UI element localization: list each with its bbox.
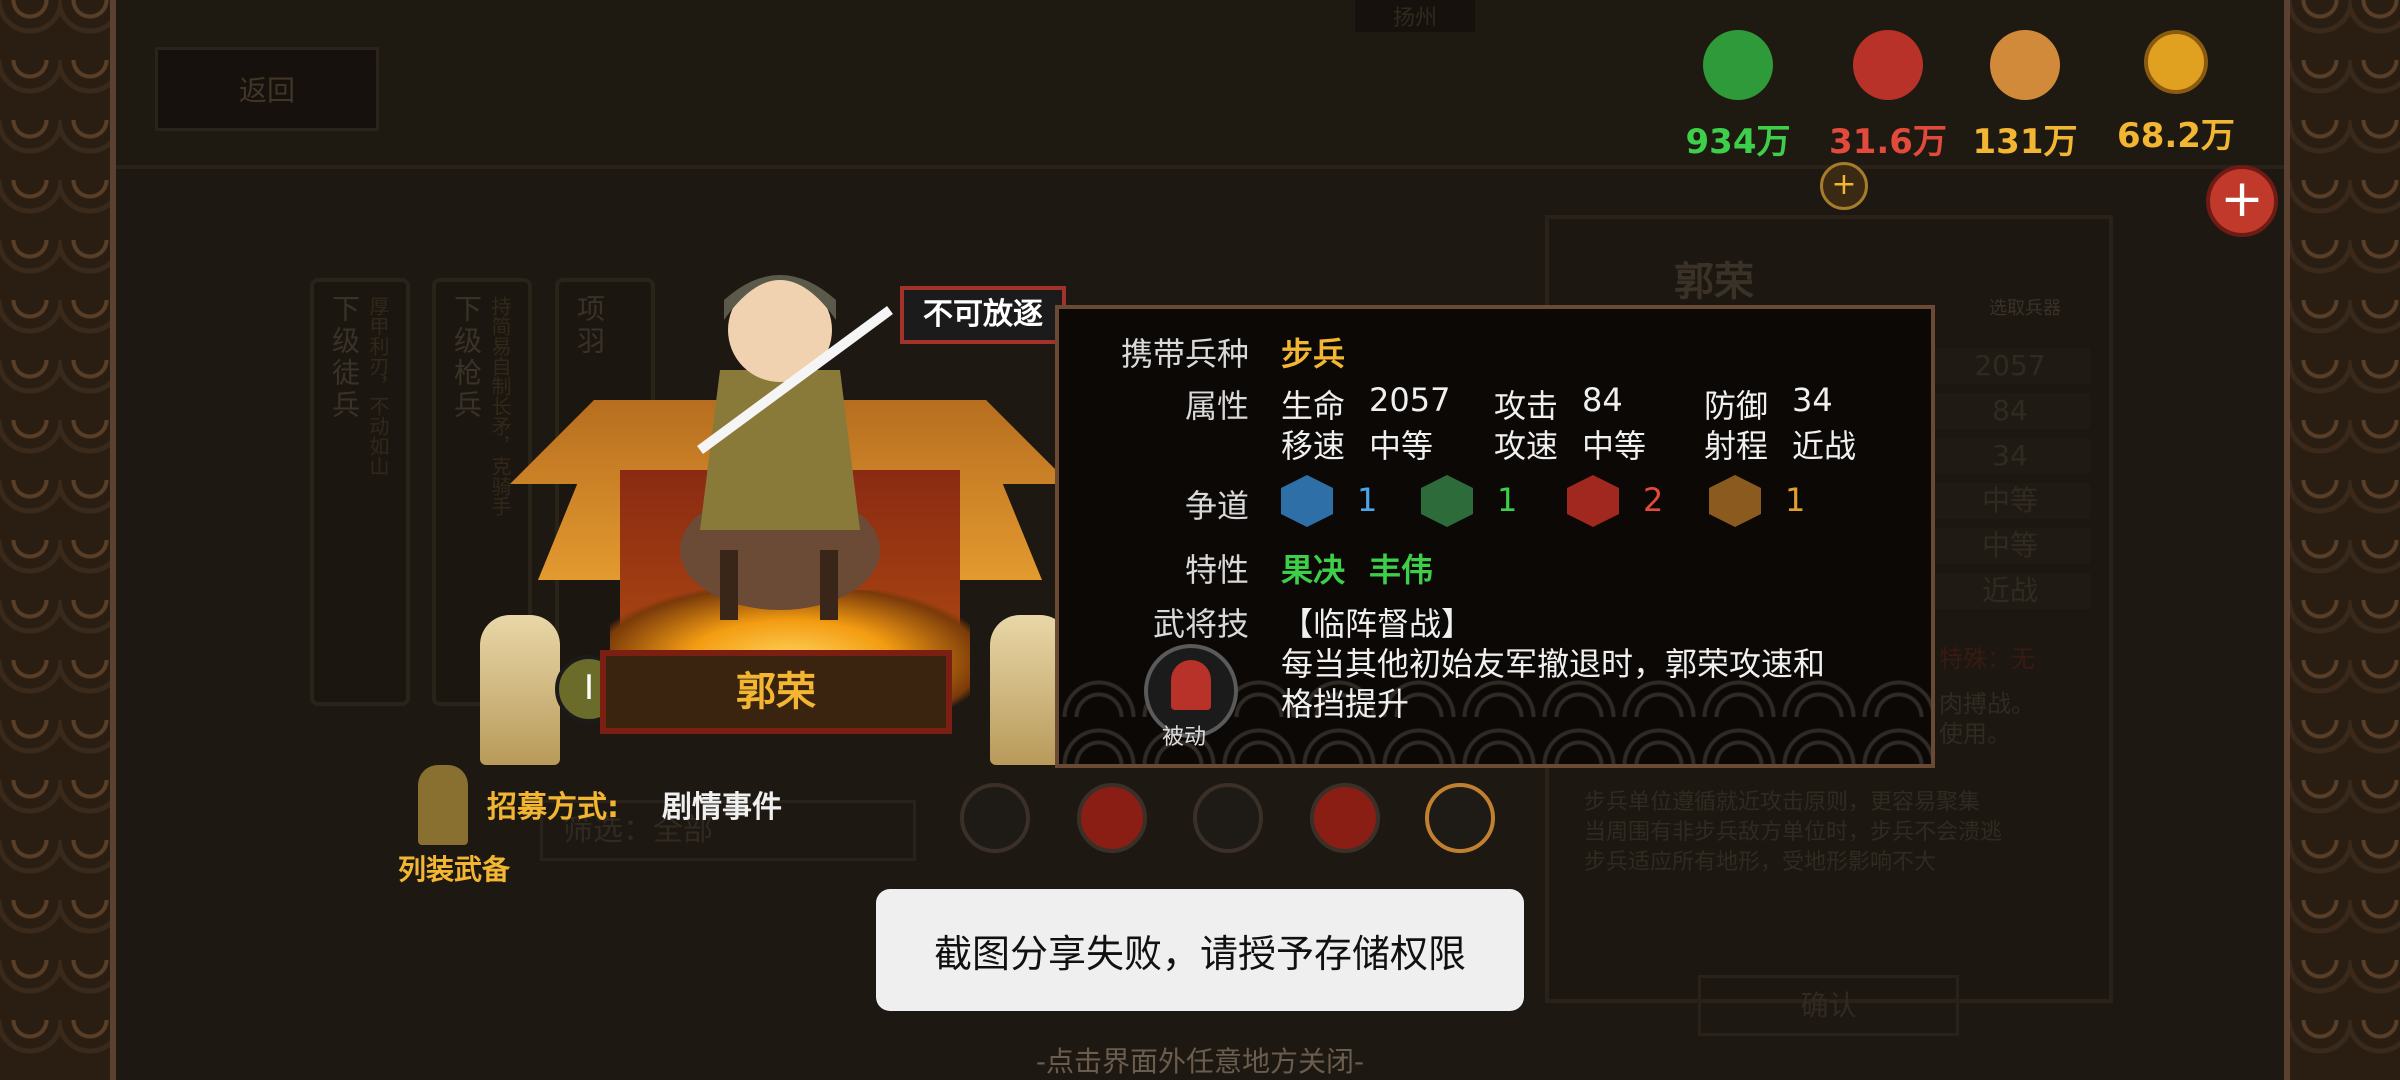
resource-value: 934万 [1685,122,1791,162]
faction-value: 2 [1643,481,1664,519]
lion-statue-left [480,615,560,765]
attr-value: 84 [1582,381,1623,419]
troop-card-desc: 厚甲利刃，不动如山 [366,296,390,476]
faction-value: 1 [1785,481,1806,519]
side-stat: 中等 [1930,483,2090,519]
mountain-icon [1709,475,1761,527]
weapon-slot[interactable] [1310,783,1380,853]
toast-message: 截图分享失败，请授予存储权限 [876,889,1524,1011]
population-icon [1703,30,1773,100]
weapon-slot[interactable] [1425,783,1495,853]
side-stat: 近战 [1930,573,2090,609]
fire-icon [1567,475,1619,527]
side-panel-name: 郭荣 [1674,259,1754,305]
side-stat: 2057 [1930,348,2090,384]
add-button[interactable]: + [2206,165,2278,237]
skill-label: 武将技 [1152,605,1249,643]
water-icon [1281,475,1333,527]
side-stat: 中等 [1930,528,2090,564]
resource-value: 131万 [1972,122,2078,162]
troop-type-label: 携带兵种 [1120,335,1249,373]
attr-name: 射程 [1704,427,1769,465]
troop-type-value: 步兵 [1281,335,1346,373]
region-label: 扬州 [1355,0,1475,32]
desc-line: 步兵适应所有地形，受地形影响不大 [1584,850,1937,875]
recruit-value: 剧情事件 [662,790,782,825]
resource-value: 68.2万 [2117,116,2235,156]
attr-value: 近战 [1792,427,1857,465]
resource-army: 31.6万 [1808,30,1968,163]
hero-name-plate: 郭荣 [600,650,952,734]
skill-desc: 格挡提升 [1281,685,1410,723]
attributes-label: 属性 [1184,387,1249,425]
right-decorative-border [2284,0,2400,1080]
trait: 果决 [1281,551,1346,589]
leaf-icon [1421,475,1473,527]
troop-card-title: 下级徒兵 [328,294,361,422]
resource-population: 934万 [1658,30,1818,163]
side-stat: 84 [1930,393,2090,429]
attr-value: 34 [1792,381,1833,419]
weapon-slot[interactable] [1193,783,1263,853]
attr-value: 中等 [1369,427,1434,465]
soldier-icon [418,765,468,845]
resource-value: 31.6万 [1829,122,1947,162]
special-label: 特殊：无 [1939,645,2035,673]
desc-line: 当周围有非步兵敌方单位时，步兵不会溃逃 [1584,820,2003,845]
recruit-label: 招募方式: [487,790,619,825]
attr-name: 攻速 [1494,427,1559,465]
attr-name: 移速 [1281,427,1346,465]
add-resource-button[interactable]: + [1820,162,1868,210]
faction-value: 1 [1357,481,1378,519]
attr-value: 2057 [1369,381,1451,419]
note-line: 使用。 [1939,720,2011,748]
left-decorative-border [0,0,116,1080]
army-icon [1853,30,1923,100]
side-stat: 34 [1930,438,2090,474]
faction-value: 1 [1497,481,1518,519]
attr-value: 中等 [1582,427,1647,465]
confirm-button[interactable]: 确认 [1698,975,1959,1036]
select-weapon-label[interactable]: 选取兵器 [1989,294,2061,320]
no-exile-badge: 不可放逐 [900,286,1066,344]
hero-detail-popup: 携带兵种 步兵 属性 生命 2057 攻击 84 防御 34 移速 中等 攻速 … [1055,305,1935,768]
desc-line: 步兵单位遵循就近攻击原则，更容易聚集 [1584,790,1981,815]
faction-label: 争道 [1184,487,1249,525]
resource-food: 131万 [1945,30,2105,163]
coin-icon [2144,30,2208,94]
traits-label: 特性 [1184,551,1249,589]
hero-portrait[interactable] [660,250,900,630]
food-icon [1990,30,2060,100]
skill-type: 被动 [1162,725,1207,750]
weapon-slot[interactable] [960,783,1030,853]
warrior-helmet-icon [1171,660,1211,710]
close-hint: -点击界面外任意地方关闭- [1035,1045,1365,1078]
resource-coin: 68.2万 [2096,30,2256,157]
equip-button-label[interactable]: 列装武备 [398,848,510,888]
weapon-slot[interactable] [1077,783,1147,853]
back-button[interactable]: 返回 [155,47,379,131]
troop-card[interactable]: 下级徒兵 厚甲利刃，不动如山 [310,278,410,706]
trait: 丰伟 [1369,551,1434,589]
